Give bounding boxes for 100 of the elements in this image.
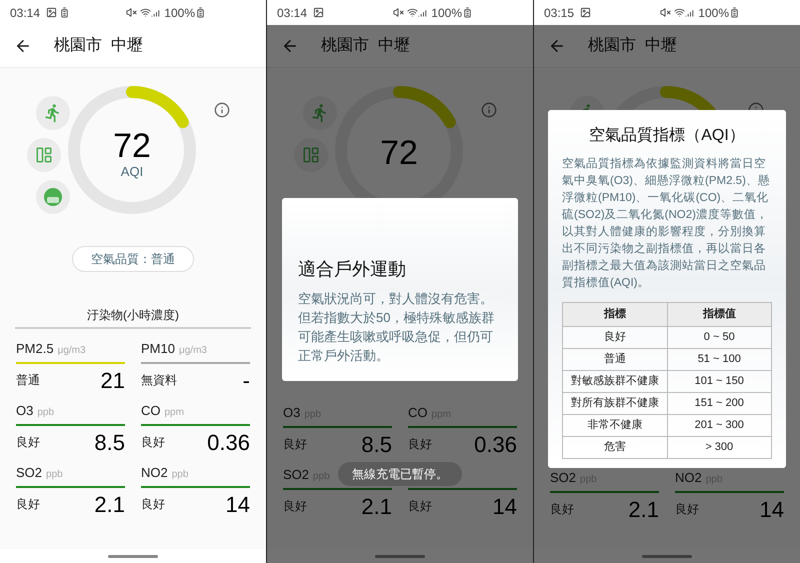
pollutant-status: 良好 — [675, 501, 699, 518]
battery-percent: 100% — [164, 4, 195, 22]
signal-icon — [418, 7, 430, 18]
pollutant-status: 良好 — [141, 434, 165, 451]
location-title: 桃園市 中壢 — [321, 36, 410, 56]
table-cell: 0 ~ 50 — [667, 326, 772, 348]
table-header: 指標值 — [667, 302, 772, 326]
pollutant-name: O3 — [283, 404, 300, 422]
pollutant-unit: μg/m3 — [58, 344, 86, 358]
table-cell: 101 ~ 150 — [667, 370, 772, 392]
back-icon[interactable] — [14, 37, 32, 55]
pollutant-name: O3 — [16, 402, 34, 420]
pollutant-status: 普通 — [16, 372, 40, 389]
pollutant-value: 2.1 — [94, 490, 125, 518]
table-cell: 普通 — [562, 348, 667, 370]
table-cell: 非常不健康 — [562, 414, 667, 436]
pollutant-value: 8.5 — [94, 428, 125, 456]
pollutant-status: 無資料 — [141, 372, 177, 389]
signal-icon — [685, 7, 696, 18]
window-button[interactable] — [294, 138, 328, 172]
pollutant-value: 0.36 — [207, 428, 250, 456]
signal-icon — [151, 7, 162, 18]
image-icon — [46, 7, 58, 18]
pollutant-status: 良好 — [141, 496, 165, 513]
pollutant-name: SO2 — [16, 464, 42, 482]
mute-icon — [393, 7, 404, 18]
pollutant-unit: ppm — [164, 406, 184, 420]
wifi-icon — [407, 7, 418, 18]
pollutant-unit: ppb — [46, 468, 63, 482]
status-time: 03:14 — [10, 4, 40, 22]
aqi-label: AQI — [120, 165, 144, 179]
table-cell: 危害 — [562, 436, 667, 458]
dialog-body: 空氣品質指標為依據監測資料將當日空氣中臭氧(O3)、細懸浮微粒(PM2.5)、懸浮微粒(PM10)、一氧化碳(CO)、二氧化硫(SO2)及二氧化氮(NO2)濃度等數值，以其對人體健康的影響程度，分別換算出不同污染物之副指標值，再以當日各副指標之最大值為該測站當日之空氣品質指標值(AQI)。 — [562, 156, 771, 291]
home-handle[interactable] — [642, 554, 692, 558]
pollutant-value: 21 — [100, 366, 125, 394]
pollutant-name: CO — [141, 402, 160, 420]
air-quality-pill: 空氣品質：普通 — [72, 246, 194, 272]
pollutant-status: 良好 — [550, 501, 574, 518]
image-icon — [580, 7, 592, 18]
table-cell: 51 ~ 100 — [667, 348, 772, 370]
pollutant-status: 良好 — [408, 436, 432, 453]
window-button[interactable] — [27, 138, 61, 172]
wifi-icon — [140, 7, 152, 18]
status-time: 03:14 — [277, 4, 308, 22]
pollutant-value: 2.1 — [361, 492, 392, 520]
pollutant-status: 良好 — [408, 498, 432, 515]
home-handle[interactable] — [375, 554, 425, 558]
pollutant-status: 良好 — [283, 498, 307, 515]
table-cell: 對所有族群不健康 — [562, 392, 667, 414]
pollutant-name: NO2 — [141, 464, 168, 482]
pollutant-name: NO2 — [675, 469, 702, 487]
pollutant-status: 良好 — [16, 434, 40, 451]
dialog-title: 適合戶外運動 — [298, 258, 407, 281]
aqi-value: 72 — [113, 127, 151, 165]
pollutant-name: PM2.5 — [16, 340, 54, 358]
info-icon[interactable] — [214, 102, 230, 118]
pollutant-value: 14 — [492, 492, 517, 520]
aqi-value: 72 — [380, 134, 418, 172]
pollutant-value: 14 — [760, 496, 784, 524]
wifi-icon — [674, 7, 686, 18]
pollutant-status: 良好 — [16, 496, 40, 513]
table-cell: 良好 — [562, 326, 667, 348]
pollutants-title: 汙染物(小時濃度) — [87, 307, 179, 324]
dialog-title: 空氣品質指標（AQI） — [589, 126, 745, 146]
pollutant-value: 14 — [226, 490, 250, 518]
pollutant-value: - — [242, 366, 250, 394]
pollutant-value: 0.36 — [474, 430, 517, 458]
pollutant-value: 2.1 — [628, 496, 659, 524]
pollutant-unit: ppb — [37, 406, 54, 420]
pollutant-name: SO2 — [283, 466, 310, 484]
dialog-body: 空氣狀況尚可，對人體沒有危害。但若指數大於50，極特殊敏感族群可能產生咳嗽或呼吸急促，但仍可正常戶外活動。 — [298, 290, 496, 365]
home-handle[interactable] — [108, 554, 158, 558]
pollutant-name: CO — [408, 404, 428, 422]
pollutant-unit: ppb — [172, 468, 188, 482]
image-icon — [313, 7, 324, 18]
table-cell: 對敏感族群不健康 — [562, 370, 667, 392]
mute-icon — [660, 7, 672, 18]
table-cell: 201 ~ 300 — [667, 414, 772, 436]
pollutant-name: PM10 — [141, 340, 175, 358]
info-icon[interactable] — [481, 102, 497, 118]
battery-icon — [195, 7, 206, 18]
location-title: 桃園市 中壢 — [54, 36, 143, 56]
pollutant-status: 良好 — [283, 436, 307, 453]
window-icon — [302, 146, 320, 164]
face-mask-icon — [43, 187, 63, 207]
toast-message: 無線充電已暫停。 — [338, 462, 462, 486]
pollutant-name: SO2 — [550, 469, 576, 487]
battery-percent: 100% — [431, 4, 462, 22]
location-title: 桃園市 中壢 — [588, 36, 677, 56]
face-mask-button[interactable] — [36, 180, 70, 214]
pollutant-unit: μg/m3 — [178, 344, 207, 358]
table-header: 指標 — [562, 302, 667, 326]
mute-icon — [126, 7, 138, 18]
window-icon — [35, 146, 53, 164]
table-cell: > 300 — [667, 436, 772, 458]
battery-icon — [729, 7, 740, 18]
running-person-button[interactable] — [303, 96, 337, 130]
table-cell: 151 ~ 200 — [667, 392, 772, 414]
status-time: 03:15 — [544, 4, 574, 22]
running-person-button[interactable] — [36, 96, 70, 130]
